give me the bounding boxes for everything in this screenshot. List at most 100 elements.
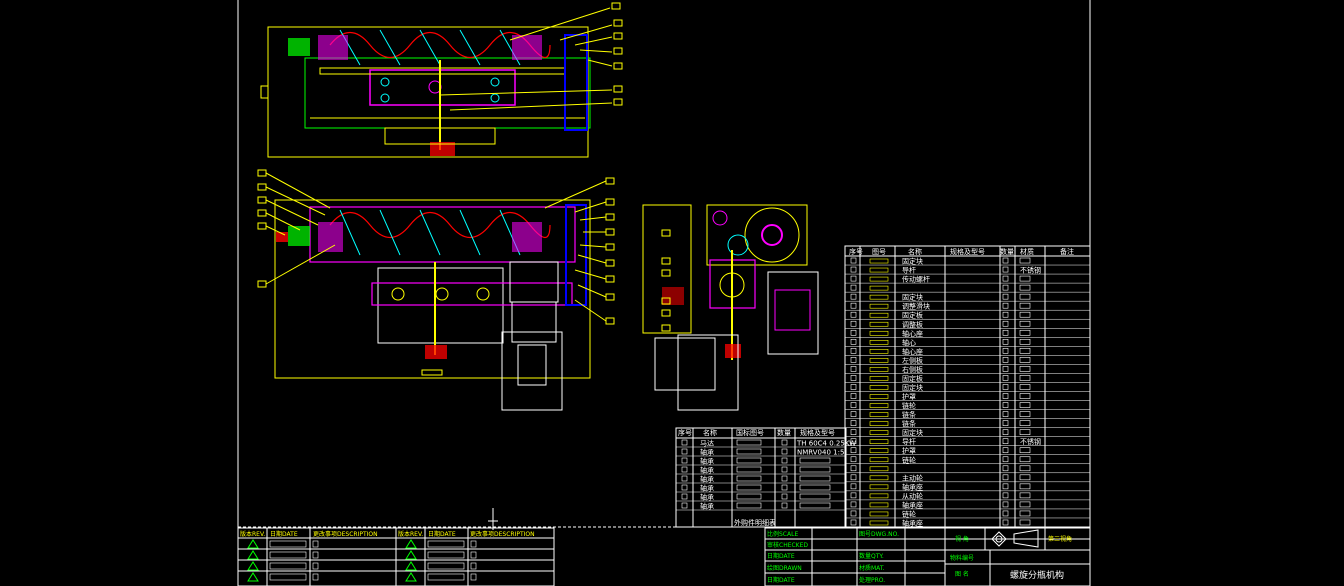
bom-purchased-row: 轴承 [681,466,831,475]
bom-p-footer: 外购件明细表 [734,518,776,527]
rev-desc-cell [312,573,319,581]
side-view-motor [654,337,716,391]
bom-main-name: 轴心 [902,338,916,347]
bom-main-name: 轴心座 [902,347,923,356]
bom-purchased-table: 序号 名称 国标图号 数量 规格及型号 马达 TH 60C4 0.25KW 轴承 NM… [675,427,856,528]
revision-block: 版本REV. 日期DATE 更改事项DESCRIPTION 版本REV. 日期D… [237,527,555,586]
rev-col-date: 日期DATE [270,530,298,538]
rev-desc-cell [470,540,477,548]
bom-main-name: 轴承座 [902,482,923,491]
bom-main-name: 链条 [902,410,916,419]
bom-main-name: 固定块 [902,383,923,392]
bom-main-row: 轴心座 [850,347,1031,356]
bom-main-name: 链轮 [902,401,916,410]
bom-main-name: 轴承座 [902,519,923,528]
bom-main-name: 轴心座 [902,329,923,338]
bom-main-row [850,465,1031,472]
bom-main-row: 固定块 [850,383,1031,392]
drawing-title: 螺旋分瓶机构 [1010,569,1064,581]
bom-purchased-name: 轴承 [700,484,714,493]
bom-main-name: 主动轮 [902,473,923,482]
bom-purchased-name: 马达 [700,439,714,448]
front-view-label-tag [421,369,443,376]
cad-drawing-sheet: 序号 图号 名称 规格及型号 数量 材质 备注 固定块导杆 不锈钢传动螺杆固定块调… [237,0,1091,586]
tb-drawn-label: 绘图DRAWN [767,564,802,572]
bom-main-name: 护罩 [902,446,916,455]
top-view-hole [490,77,500,87]
bom-purchased-name: 轴承 [700,493,714,502]
bom-main-name: 右侧板 [902,365,923,374]
bom-purchased-spec: TH 60C4 0.25KW [796,440,856,448]
bom-purchased-name: 轴承 [700,448,714,457]
side-view-bracket [662,287,684,305]
side-view-right-detail [774,289,811,331]
rev-date-cell [269,551,307,559]
front-view-wheel [476,287,490,301]
bom-main-name: 导杆 [902,437,916,446]
tb-figure-name-label: 图 名 [955,570,969,578]
bom-purchased-row: 轴承 NMRV040 1:5 [681,448,844,457]
rev-col-rev: 版本REV. [240,530,265,538]
bom-main-row: 链轮 [850,509,1031,518]
bom-main-row: 护罩 [850,392,1031,401]
top-view-hole [490,93,500,103]
bom-main-row: 链轮 [850,455,1031,464]
bom-main-row: 右侧板 [850,365,1031,374]
tb-checked-label: 审核CHECKED [767,541,808,549]
bom-purchased-row: 轴承 [681,502,831,511]
bom-main-name: 链轮 [902,455,916,464]
bom-main-row: 固定块 [850,293,1031,302]
tb-process-label: 处理PRO. [859,576,885,584]
bom-main-header-drawing: 图号 [872,248,886,256]
bom-main-name: 导杆 [902,266,916,275]
front-view-screw-flights-2 [339,209,521,256]
tb-material-label: 材质MAT. [859,564,885,572]
bom-purchased-name: 轴承 [700,502,714,511]
tb-date2-label: 日期DATE [767,576,795,584]
warning-triangle-icon [405,539,417,549]
bom-main-row: 调整板 [850,320,1031,329]
bom-main-row: 轴承座 [850,500,1031,509]
top-view-hole [380,77,390,87]
bom-main-name: 固定块 [902,293,923,302]
bom-main-row: 固定板 [850,374,1031,383]
rev-date-cell [269,562,307,570]
bom-main-row: 链条 [850,419,1031,428]
bom-main-row: 链条 [850,410,1031,419]
rev-date-cell [427,540,465,548]
bom-purchased-row: 轴承 [681,475,831,484]
side-view-gear-hub [761,224,783,246]
tb-material-no-label: 物料编号 [950,554,974,562]
bom-purchased-row: 轴承 [681,493,831,502]
bom-main-row: 轴心座 [850,329,1031,338]
bom-main-table: 序号 图号 名称 规格及型号 数量 材质 备注 固定块导杆 不锈钢传动螺杆固定块调… [844,245,1091,528]
bom-main-row [850,284,1031,291]
tb-angle-label: 视 角 [955,535,969,543]
bom-main-row: 链轮 [850,401,1031,410]
bom-main-name: 轴承座 [902,500,923,509]
rev-date-cell [269,540,307,548]
rev-date-cell [269,573,307,581]
rev-desc-cell [312,551,319,559]
front-view-motor-body [501,331,563,411]
rev-col-desc: 更改事项DESCRIPTION [313,530,378,538]
bom-main-row: 固定块 [850,428,1031,437]
bom-main-row: 主动轮 [850,473,1031,482]
tb-dwgno-label: 图号DWG.NO. [859,531,899,538]
rev-col-date-2: 日期DATE [428,530,456,538]
tb-scale-label: 比例SCALE [767,530,798,538]
bom-main-header-remark: 备注 [1060,247,1074,256]
bom-main-header-spec: 规格及型号 [950,247,985,256]
tb-qty-label: 数量QTY. [859,552,884,560]
top-view-left-hub [318,35,348,60]
bom-main-row: 导杆 不锈钢 [850,437,1041,446]
bom-purchased-row: 轴承 [681,484,831,493]
rev-desc-cell [312,562,319,570]
bom-p-header-spec: 规格及型号 [800,428,835,437]
warning-triangle-icon [405,550,417,560]
bom-main-row: 护罩 [850,446,1031,455]
rev-col-rev-2: 版本REV. [398,530,423,538]
bom-main-material: 不锈钢 [1020,266,1041,275]
bom-main-name: 调整滑块 [902,302,930,311]
rev-desc-cell [470,551,477,559]
